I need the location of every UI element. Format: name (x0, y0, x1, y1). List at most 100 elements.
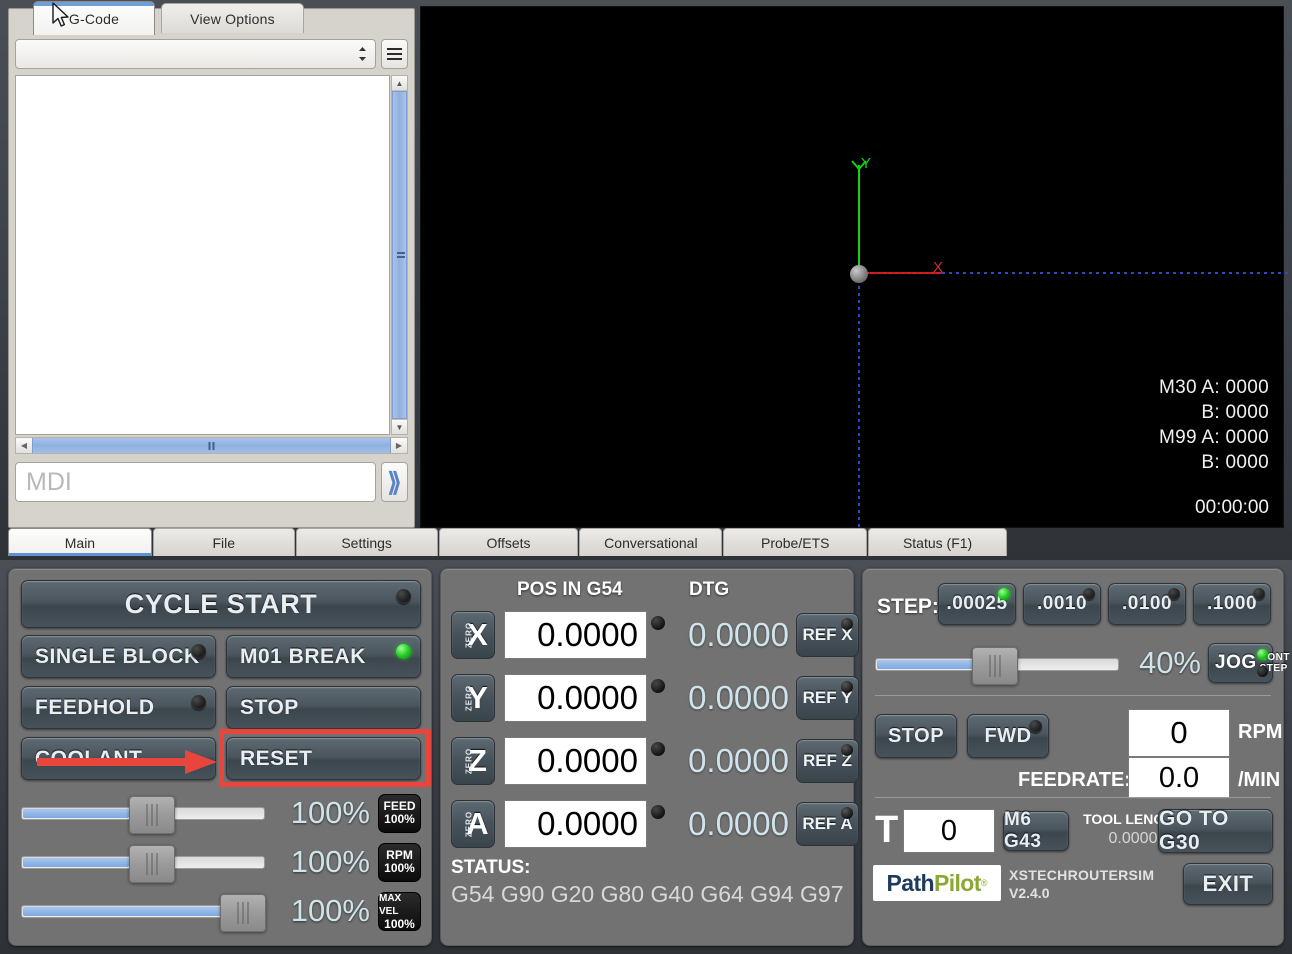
dro-y-led (651, 679, 665, 693)
jog-speed-knob[interactable] (972, 647, 1018, 685)
spindle-fwd-button[interactable]: FWD (967, 714, 1049, 758)
logo-part-pilot: Pilot (934, 870, 981, 897)
jog-cont-led (1257, 649, 1268, 660)
feed-override-badge[interactable]: FEED 100% (378, 794, 421, 833)
goto-g30-button[interactable]: GO TO G30 (1158, 809, 1273, 853)
ref-a-button[interactable]: REF A (796, 802, 859, 846)
cycle-start-button[interactable]: CYCLE START (21, 580, 421, 628)
nav-tab-offsets[interactable]: Offsets (439, 528, 579, 556)
ref-z-led (841, 744, 853, 756)
rpm-override-slider[interactable] (21, 856, 265, 869)
gcode-horizontal-scrollbar[interactable]: ◀ ▶ (15, 437, 408, 454)
dro-dtg-header: DTG (689, 579, 729, 601)
spindle-stop-label: STOP (888, 725, 944, 748)
step-0010-label: .0010 (1037, 593, 1087, 615)
mdi-input[interactable] (15, 462, 376, 502)
status-gcodes: G54 G90 G20 G80 G40 G64 G94 G97 G9 (451, 881, 851, 908)
m6-g43-button[interactable]: M6 G43 (1003, 811, 1069, 851)
zero-y-button[interactable]: ZERO Y (451, 674, 495, 722)
logo-registered-mark: ® (981, 878, 988, 888)
zero-z-button[interactable]: ZERO Z (451, 737, 495, 785)
dro-position-a[interactable]: 0.0000 (504, 800, 647, 848)
tab-gcode-label: G-Code (69, 11, 119, 27)
cycle-start-led (396, 589, 411, 604)
annotation-arrow-icon (37, 750, 217, 774)
program-select[interactable] (15, 39, 376, 69)
feed-override-slider[interactable] (21, 807, 265, 820)
software-version: V2.4.0 (1009, 885, 1049, 901)
maxvel-badge-bottom: 100% (384, 918, 415, 931)
single-block-led (191, 644, 206, 659)
dro-position-y[interactable]: 0.0000 (504, 674, 647, 722)
scroll-right-icon[interactable]: ▶ (391, 438, 407, 453)
vertical-scroll-thumb[interactable] (392, 91, 407, 419)
nav-tab-conversational[interactable]: Conversational (579, 528, 722, 556)
program-select-row (15, 39, 408, 69)
exit-button[interactable]: EXIT (1183, 863, 1273, 905)
cycle-start-label: CYCLE START (125, 589, 318, 620)
tool-number-field[interactable]: 0 (903, 809, 995, 853)
nav-tab-status[interactable]: Status (F1) (868, 528, 1007, 556)
dro-position-z[interactable]: 0.0000 (504, 737, 647, 785)
step-button-1000[interactable]: .1000 (1193, 583, 1271, 625)
nav-tab-probe-ets-label: Probe/ETS (761, 535, 829, 551)
step-0100-led (1168, 588, 1180, 600)
dro-dtg-a: 0.0000 (669, 800, 789, 848)
ref-z-button[interactable]: REF Z (796, 739, 859, 783)
nav-tab-main[interactable]: Main (8, 528, 152, 556)
feedrate-field[interactable]: 0.0 (1128, 757, 1230, 799)
gcode-vertical-scrollbar[interactable]: ▲ ▼ (391, 75, 408, 435)
zero-x-button[interactable]: ZERO X (451, 611, 495, 659)
spindle-stop-button[interactable]: STOP (875, 714, 957, 758)
menu-icon[interactable] (381, 39, 408, 69)
rpm-override-knob[interactable] (129, 845, 175, 883)
single-block-button[interactable]: SINGLE BLOCK (21, 635, 216, 678)
feedhold-button[interactable]: FEEDHOLD (21, 686, 216, 729)
nav-tab-file[interactable]: File (153, 528, 295, 556)
spindle-fwd-label: FWD (984, 725, 1031, 748)
jog-mode-toggle[interactable]: JOG CONT STEP (1208, 643, 1273, 683)
step-button-0010[interactable]: .0010 (1023, 583, 1101, 625)
pathpilot-logo: PathPilot® (873, 865, 1001, 901)
feed-override-knob[interactable] (129, 796, 175, 834)
stop-button[interactable]: STOP (226, 686, 421, 729)
nav-tab-settings[interactable]: Settings (296, 528, 438, 556)
rpm-override-badge[interactable]: RPM 100% (378, 843, 421, 882)
scroll-up-icon[interactable]: ▲ (392, 76, 407, 91)
m01-break-button[interactable]: M01 BREAK (226, 635, 421, 678)
divider-top (875, 695, 1271, 696)
toolpath-viewport[interactable]: Y X M30 A: 0000 B: 0000 M99 A: 0000 B: 0… (420, 6, 1284, 528)
dro-a-led (651, 805, 665, 819)
m6-g43-label: M6 G43 (1004, 809, 1068, 853)
maxvel-override-slider[interactable] (21, 905, 265, 918)
counter-m30-a: M30 A: 0000 (1159, 375, 1269, 400)
reset-button[interactable]: RESET (226, 737, 421, 780)
run-timer: 00:00:00 (1195, 497, 1269, 519)
spindle-rpm-field[interactable]: 0 (1128, 709, 1230, 757)
step-button-0100[interactable]: .0100 (1108, 583, 1186, 625)
dro-position-x[interactable]: 0.0000 (504, 611, 647, 659)
reset-label: RESET (240, 747, 313, 771)
top-area: G-Code View Options (0, 0, 1292, 560)
ref-y-button[interactable]: REF Y (796, 676, 859, 720)
zero-a-word: ZERO (465, 811, 474, 837)
mdi-run-icon[interactable]: ⟫ (381, 462, 408, 502)
scroll-left-icon[interactable]: ◀ (16, 438, 32, 453)
ref-x-button[interactable]: REF X (796, 613, 859, 657)
horizontal-scroll-thumb[interactable] (32, 438, 391, 453)
step-button-00025[interactable]: .00025 (938, 583, 1016, 625)
feed-override-slider-row: 100% FEED 100% (21, 791, 421, 835)
tab-view-options[interactable]: View Options (161, 3, 304, 33)
feedrate-unit: /MIN (1238, 769, 1280, 792)
nav-tab-probe-ets[interactable]: Probe/ETS (723, 528, 867, 556)
zero-a-button[interactable]: ZERO A (451, 800, 495, 848)
maxvel-override-knob[interactable] (220, 894, 266, 932)
maxvel-override-badge[interactable]: MAX VEL 100% (378, 892, 421, 931)
nav-tab-settings-label: Settings (341, 535, 392, 551)
origin-marker (850, 265, 868, 283)
scroll-down-icon[interactable]: ▼ (392, 419, 407, 434)
gcode-editor[interactable] (15, 75, 390, 435)
m01-break-label: M01 BREAK (240, 645, 366, 669)
gcode-pane-body: ▲ ▼ ◀ ▶ ⟫ (9, 33, 414, 527)
jog-speed-slider[interactable] (875, 658, 1119, 671)
